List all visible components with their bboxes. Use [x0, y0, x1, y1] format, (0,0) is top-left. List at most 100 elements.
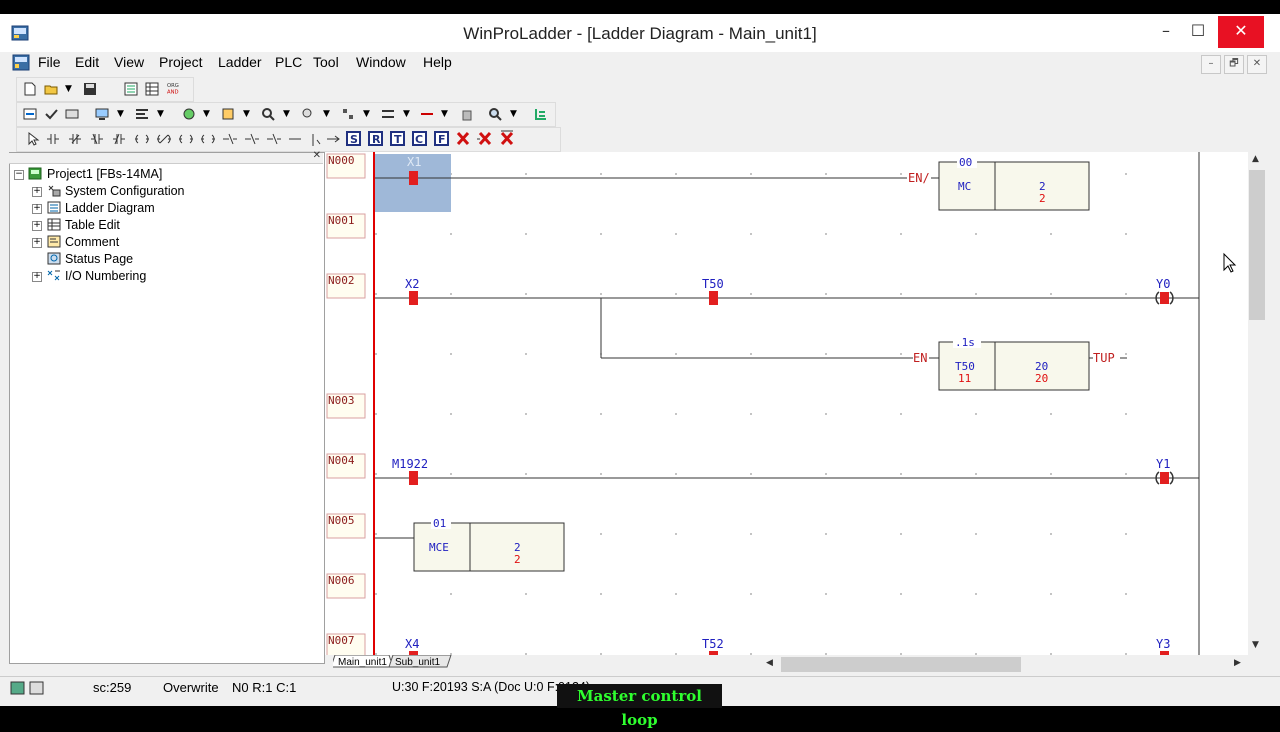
open-file-icon[interactable]	[44, 82, 58, 96]
tab-and-hscroll-bar: Main_unit1 Sub_unit1 ◀ ▶	[325, 655, 1266, 675]
tree-item-io-numbering[interactable]: I/O Numbering	[65, 269, 146, 283]
network-dropdown-icon[interactable]: ▼	[363, 109, 370, 119]
delete-line-icon[interactable]	[420, 107, 434, 121]
align-dropdown-icon[interactable]: ▼	[157, 109, 164, 119]
horizontal-scroll-thumb[interactable]	[781, 657, 1021, 672]
timer-value: 20	[1035, 372, 1048, 385]
contact-m1922[interactable]	[409, 471, 418, 485]
timer-current: 11	[958, 372, 971, 385]
tree-expand-icon[interactable]: +	[32, 204, 42, 214]
link-status-icon	[29, 681, 44, 695]
comment-icon	[47, 235, 61, 248]
menu-file[interactable]: File	[38, 54, 61, 70]
save-icon[interactable]	[83, 82, 97, 96]
mdi-minimize-button[interactable]: –	[1201, 55, 1221, 74]
menu-help[interactable]: Help	[423, 54, 452, 70]
scroll-down-icon[interactable]: ▼	[1252, 640, 1259, 650]
ladder-view-icon[interactable]	[124, 82, 138, 96]
window-title: WinProLadder - [Ladder Diagram - Main_un…	[463, 24, 817, 43]
align-icon[interactable]	[135, 107, 149, 121]
new-file-icon[interactable]	[23, 82, 37, 96]
insert-line-icon[interactable]	[381, 107, 395, 121]
network-number: N000	[328, 154, 355, 167]
tree-expand-icon[interactable]: +	[32, 238, 42, 248]
table-view-icon[interactable]	[145, 82, 159, 96]
menu-plc[interactable]: PLC	[275, 54, 302, 70]
monitor-dropdown-icon[interactable]: ▼	[117, 109, 124, 119]
zoom-icon[interactable]	[488, 107, 502, 121]
run-icon[interactable]	[221, 107, 235, 121]
tree-item-system-configuration[interactable]: System Configuration	[65, 184, 185, 198]
menu-tool[interactable]: Tool	[313, 54, 339, 70]
fb-current-value: 2	[514, 553, 521, 566]
coil-label-y0: Y0	[1156, 277, 1170, 291]
menu-ladder[interactable]: Ladder	[218, 54, 262, 70]
minimize-button[interactable]: –	[1150, 16, 1182, 48]
grid-dots	[375, 152, 1198, 655]
tree-collapse-icon[interactable]: −	[14, 170, 24, 180]
check-icon[interactable]	[44, 107, 58, 121]
monitor-icon[interactable]	[95, 107, 109, 121]
tree-item-comment[interactable]: Comment	[65, 235, 119, 249]
org-and-icon[interactable]: ORGAND	[167, 81, 181, 95]
contact-x1[interactable]	[409, 171, 418, 185]
replace-icon[interactable]	[301, 107, 315, 121]
mdi-close-button[interactable]: ✕	[1247, 55, 1267, 74]
maximize-button[interactable]: ☐	[1182, 16, 1214, 48]
tree-item-table-edit[interactable]: Table Edit	[65, 218, 120, 232]
status-step-count: sc:259	[93, 680, 132, 695]
application-window: WinProLadder - [Ladder Diagram - Main_un…	[0, 14, 1280, 706]
menu-view[interactable]: View	[114, 54, 144, 70]
scroll-up-icon[interactable]: ▲	[1252, 154, 1259, 164]
search-icon[interactable]	[261, 107, 275, 121]
vertical-scroll-thumb[interactable]	[1249, 170, 1265, 320]
tree-expand-icon[interactable]: +	[32, 272, 42, 282]
search-dropdown-icon[interactable]: ▼	[283, 109, 290, 119]
status-page-icon	[47, 252, 61, 265]
fb-enable-label: EN/	[908, 171, 930, 185]
tree-item-status-page[interactable]: Status Page	[65, 252, 133, 266]
plc-status-icon	[10, 681, 25, 695]
network-icon[interactable]	[341, 107, 355, 121]
close-button[interactable]: ✕	[1218, 16, 1264, 48]
network-number: N002	[328, 274, 355, 287]
contact-label-t50: T50	[702, 277, 724, 291]
menu-project[interactable]: Project	[159, 54, 203, 70]
project-icon	[28, 167, 42, 180]
zoom-dropdown-icon[interactable]: ▼	[510, 109, 517, 119]
scroll-left-icon[interactable]: ◀	[766, 658, 773, 668]
tree-view-icon[interactable]	[534, 107, 548, 121]
insert-dropdown-icon[interactable]: ▼	[403, 109, 410, 119]
open-dropdown-icon[interactable]: ▼	[65, 84, 72, 94]
tree-expand-icon[interactable]: +	[32, 221, 42, 231]
io-dropdown-icon[interactable]: ▼	[203, 109, 210, 119]
compile-icon[interactable]	[23, 107, 37, 121]
ladder-element-toolbar: S R T C F	[16, 127, 561, 152]
tree-item-ladder-diagram[interactable]: Ladder Diagram	[65, 201, 155, 215]
network-number: N003	[328, 394, 355, 407]
contact-x2[interactable]	[409, 291, 418, 305]
ladder-element-icons[interactable]: S R T C F	[17, 128, 557, 150]
contact-label-x2: X2	[405, 277, 419, 291]
contact-t50[interactable]	[709, 291, 718, 305]
document-system-icon[interactable]	[12, 54, 30, 71]
replace-dropdown-icon[interactable]: ▼	[323, 109, 330, 119]
trash-icon[interactable]	[460, 107, 474, 121]
network-number: N001	[328, 214, 355, 227]
io-icon[interactable]	[182, 107, 196, 121]
menu-edit[interactable]: Edit	[75, 54, 99, 70]
system-config-icon	[48, 185, 61, 197]
panel-close-icon[interactable]: ✕	[313, 150, 321, 161]
status-icons	[10, 681, 44, 695]
scroll-right-icon[interactable]: ▶	[1234, 658, 1241, 668]
svg-text:S: S	[350, 133, 358, 146]
tree-project-root[interactable]: Project1 [FBs-14MA]	[47, 167, 162, 181]
delete-dropdown-icon[interactable]: ▼	[441, 109, 448, 119]
ladder-diagram-canvas[interactable]: N000 N001 N002 N003 N004 N005 N006 N007 …	[325, 152, 1248, 655]
vertical-scrollbar[interactable]: ▲ ▼	[1248, 152, 1266, 655]
run-dropdown-icon[interactable]: ▼	[243, 109, 250, 119]
tree-expand-icon[interactable]: +	[32, 187, 42, 197]
menu-window[interactable]: Window	[356, 54, 406, 70]
program-icon[interactable]	[65, 107, 79, 121]
mdi-restore-button[interactable]: 🗗	[1224, 55, 1244, 74]
